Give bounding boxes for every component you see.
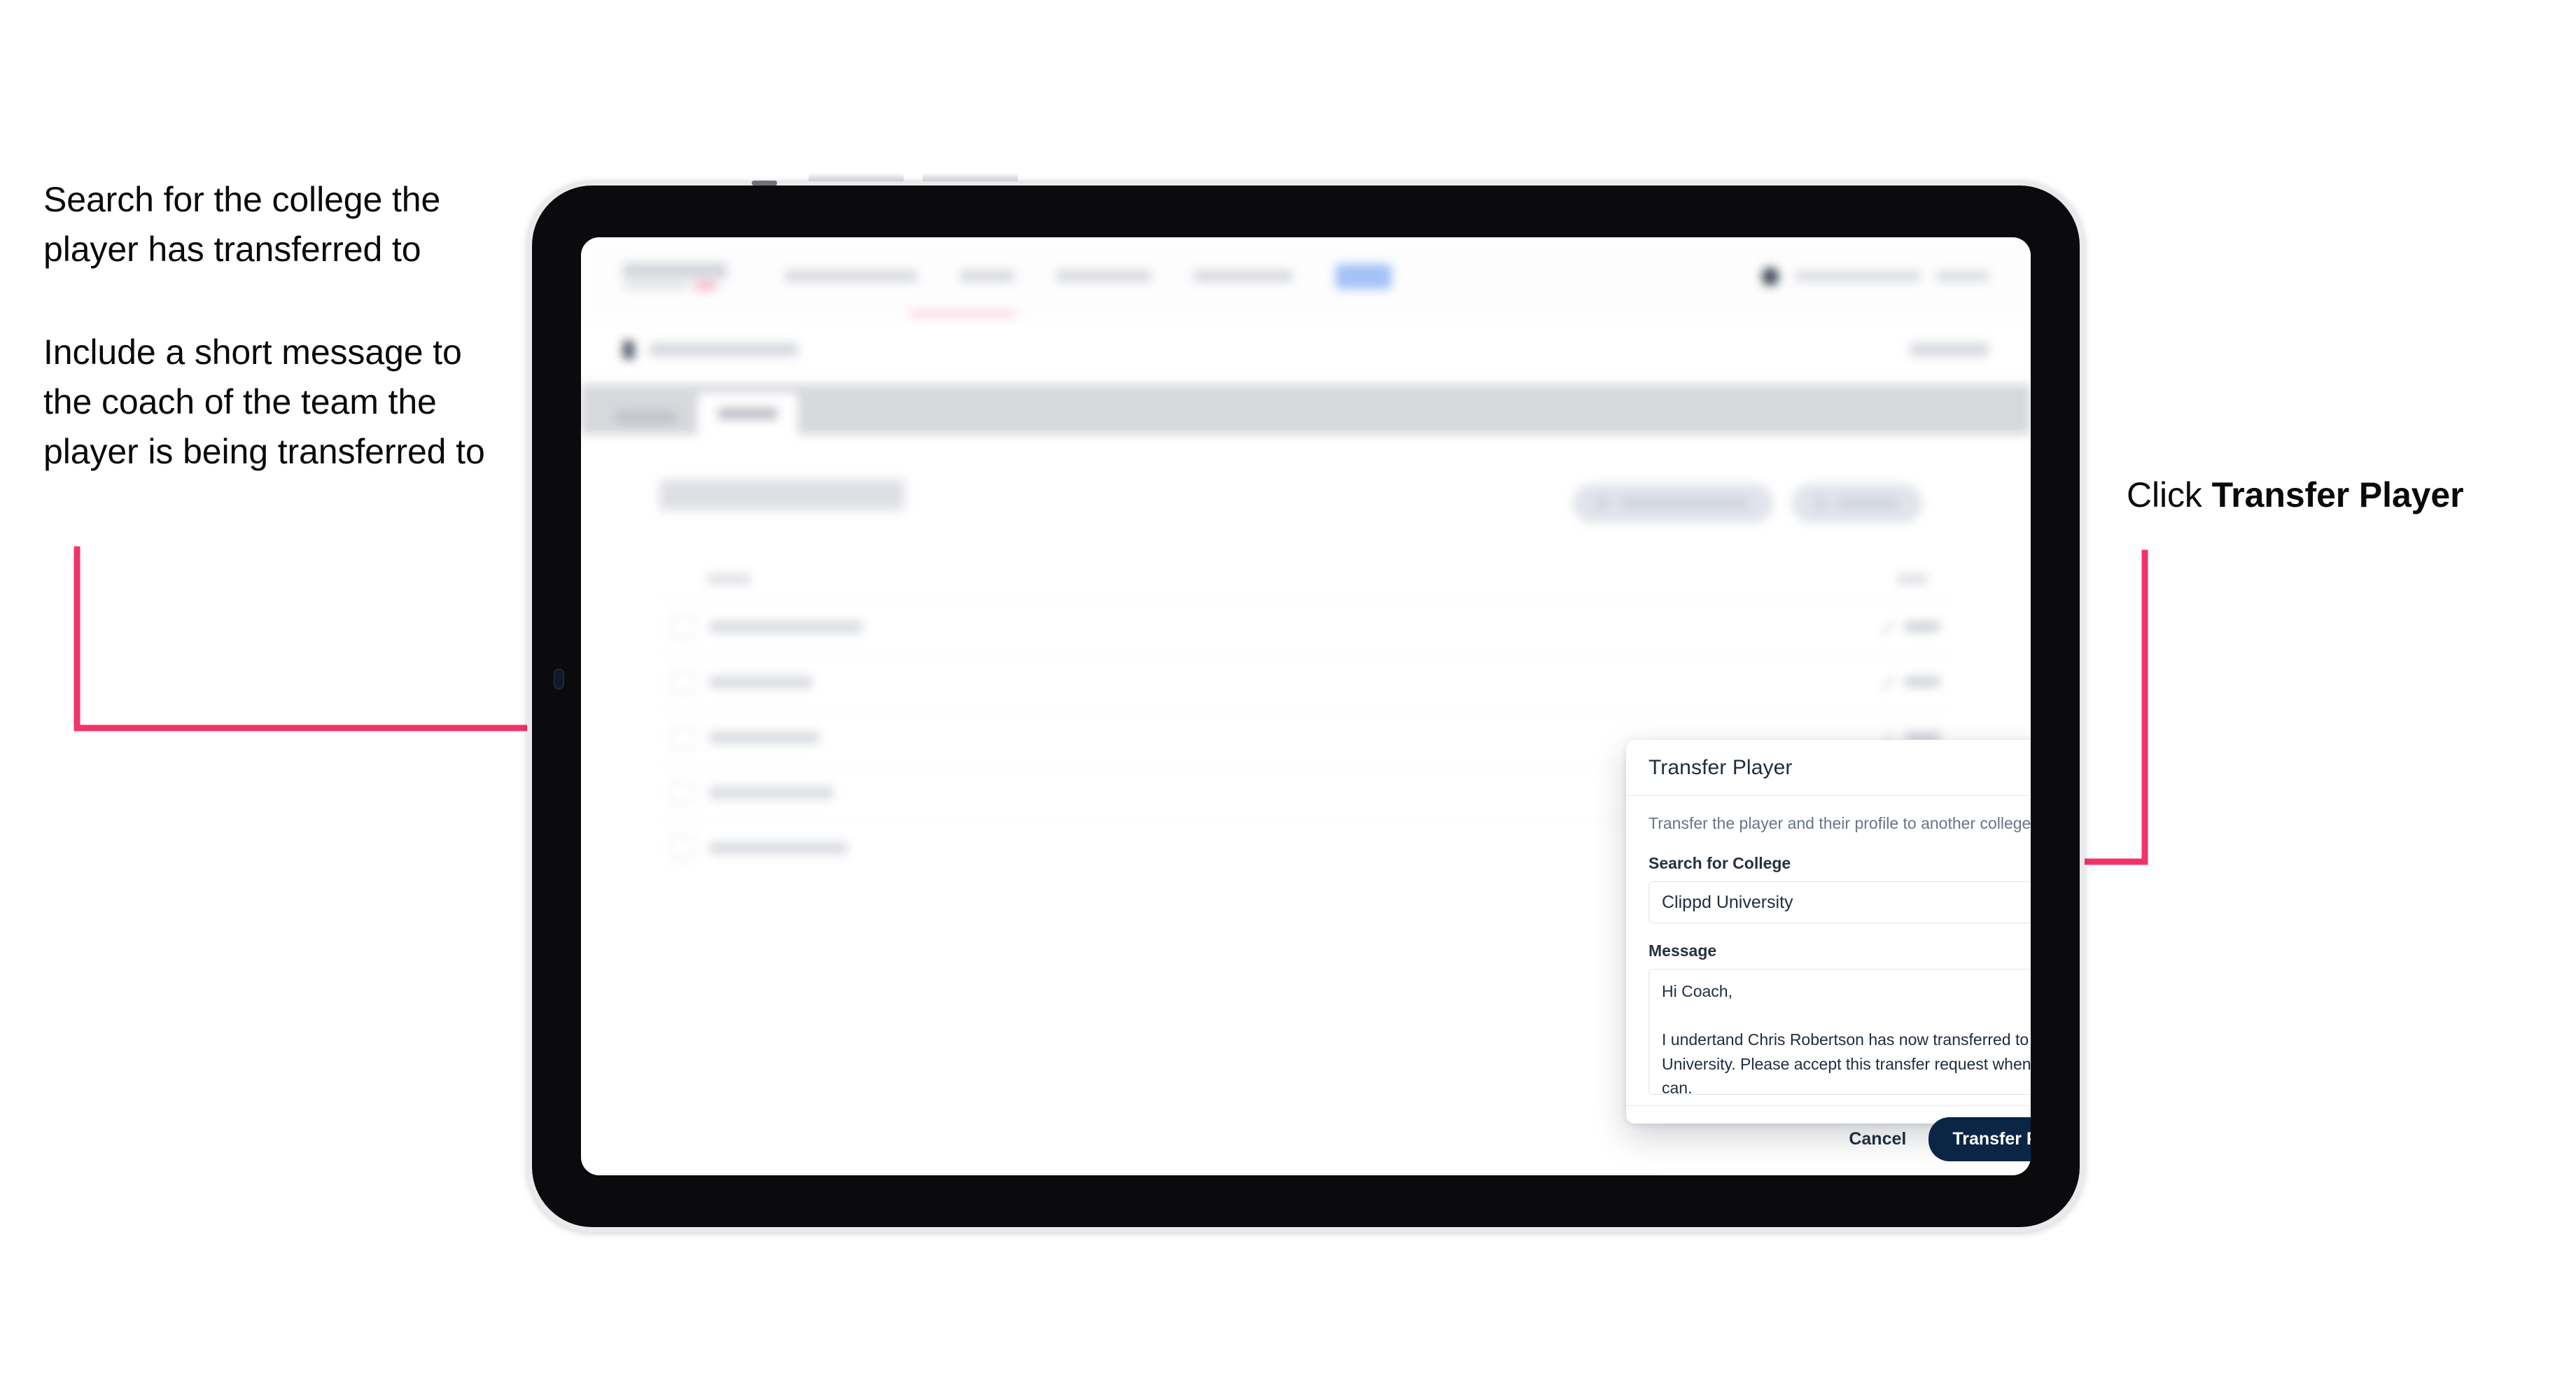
sign-out-button[interactable] bbox=[1937, 271, 1989, 281]
add-player-label bbox=[1837, 498, 1898, 508]
player-name bbox=[710, 676, 812, 688]
request-player-transfer-button[interactable] bbox=[1573, 484, 1773, 523]
topbar-account-area bbox=[1762, 267, 1989, 286]
breadcrumb-cancel-button[interactable] bbox=[1910, 343, 1989, 356]
row-edit-action[interactable] bbox=[1881, 675, 1940, 689]
tab-details[interactable] bbox=[595, 400, 697, 435]
brand-tagline-badge bbox=[694, 281, 717, 290]
message-field-group: Message Hi Coach, I undertand Chris Robe… bbox=[1648, 941, 2031, 1098]
dialog-subtitle: Transfer the player and their profile to… bbox=[1648, 814, 2031, 832]
front-camera-icon bbox=[554, 668, 564, 690]
dialog-body: Transfer the player and their profile to… bbox=[1626, 796, 2031, 1105]
transfer-icon bbox=[1597, 497, 1608, 510]
nav-item-analytics[interactable] bbox=[1194, 270, 1292, 282]
cancel-button[interactable]: Cancel bbox=[1844, 1122, 1910, 1156]
breadcrumb-bar bbox=[581, 316, 2031, 384]
nav-item-roster[interactable] bbox=[1336, 263, 1392, 289]
volume-down-button[interactable] bbox=[923, 173, 1018, 181]
row-checkbox[interactable] bbox=[671, 615, 694, 638]
brand-logo[interactable] bbox=[623, 262, 727, 290]
player-name bbox=[710, 620, 862, 633]
brand-tagline-text bbox=[623, 282, 689, 289]
message-textarea[interactable]: Hi Coach, I undertand Chris Robertson ha… bbox=[1648, 969, 2031, 1095]
plus-icon bbox=[1816, 497, 1826, 510]
tablet-bezel: Transfer Player Transfer the player and … bbox=[532, 186, 2080, 1227]
annotation-include-message: Include a short message to the coach of … bbox=[43, 332, 485, 471]
transfer-player-dialog: Transfer Player Transfer the player and … bbox=[1626, 740, 2031, 1161]
add-player-button[interactable] bbox=[1792, 484, 1922, 523]
row-edit-action[interactable] bbox=[1881, 620, 1940, 634]
annotation-click-bold: Transfer Player bbox=[2211, 475, 2464, 514]
annotation-click-prefix: Click bbox=[2127, 475, 2212, 514]
edit-label bbox=[1905, 677, 1940, 687]
breadcrumb-label[interactable] bbox=[650, 343, 798, 356]
table-row[interactable] bbox=[659, 598, 1952, 654]
row-checkbox[interactable] bbox=[671, 780, 694, 804]
tablet-screen: Transfer Player Transfer the player and … bbox=[581, 237, 2031, 1175]
tablet-device: Transfer Player Transfer the player and … bbox=[527, 173, 2085, 1232]
brand-wordmark bbox=[623, 262, 727, 279]
volume-up-button[interactable] bbox=[808, 173, 904, 181]
nav-item-tournaments[interactable] bbox=[785, 270, 917, 282]
player-name bbox=[710, 731, 819, 743]
column-header-name bbox=[707, 574, 750, 584]
nav-item-leaderboard[interactable] bbox=[1057, 270, 1151, 282]
breadcrumb-icon bbox=[623, 340, 634, 359]
row-checkbox[interactable] bbox=[671, 725, 694, 749]
nav-item-teams[interactable] bbox=[960, 270, 1014, 282]
player-name bbox=[710, 786, 833, 799]
user-email-label bbox=[1795, 271, 1920, 281]
college-field-group: Search for College bbox=[1648, 854, 2031, 923]
app-top-navbar bbox=[581, 237, 2031, 316]
row-checkbox[interactable] bbox=[671, 670, 694, 694]
message-field-label: Message bbox=[1648, 941, 1717, 960]
row-checkbox[interactable] bbox=[671, 836, 694, 860]
microphone-icon bbox=[752, 181, 777, 186]
tab-roster[interactable] bbox=[697, 393, 798, 435]
player-name bbox=[710, 841, 847, 854]
dialog-title: Transfer Player bbox=[1648, 755, 1793, 779]
tab-roster-label bbox=[718, 408, 777, 419]
app-tab-strip bbox=[581, 384, 2031, 435]
pencil-icon bbox=[1880, 619, 1895, 634]
tablet-outer-shell: Transfer Player Transfer the player and … bbox=[527, 173, 2085, 1232]
request-player-transfer-label bbox=[1620, 498, 1749, 508]
dialog-footer: Cancel Transfer Player bbox=[1626, 1105, 2031, 1172]
college-search-input[interactable] bbox=[1648, 881, 2031, 923]
annotation-search-college: Search for the college the player has tr… bbox=[43, 180, 441, 269]
avatar[interactable] bbox=[1762, 267, 1779, 286]
annotation-click-transfer-player: Click Transfer Player bbox=[2127, 470, 2561, 520]
roster-table-header bbox=[659, 559, 1952, 598]
pencil-icon bbox=[1880, 674, 1895, 689]
college-field-label: Search for College bbox=[1648, 854, 1791, 872]
column-header-edit bbox=[1898, 574, 1927, 584]
dialog-header: Transfer Player bbox=[1626, 740, 2031, 796]
transfer-player-submit-button[interactable]: Transfer Player bbox=[1928, 1117, 2031, 1161]
table-row[interactable] bbox=[659, 654, 1952, 709]
edit-label bbox=[1905, 622, 1940, 631]
page-title bbox=[659, 479, 904, 510]
tab-details-label bbox=[616, 412, 676, 423]
brand-tagline bbox=[623, 281, 727, 290]
